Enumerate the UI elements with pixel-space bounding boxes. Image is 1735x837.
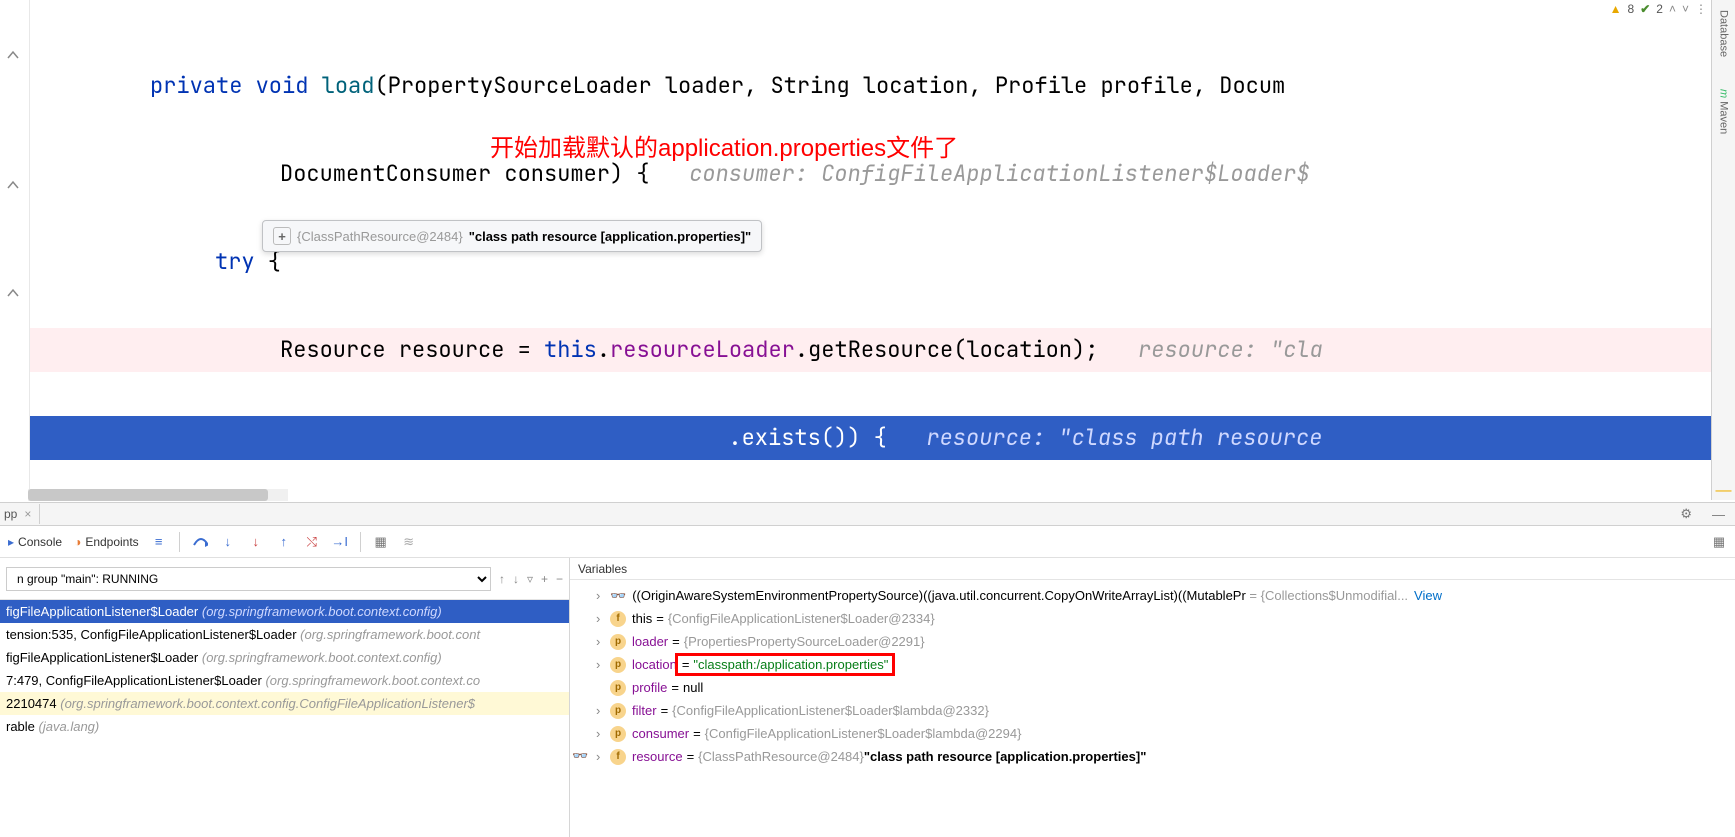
- trace-current-stream-chain-icon[interactable]: ≋: [401, 534, 417, 550]
- expand-icon[interactable]: ›: [596, 703, 610, 718]
- field-badge-icon: f: [610, 611, 626, 627]
- field-badge-icon: f: [610, 749, 626, 765]
- maven-marker: —: [1716, 482, 1732, 500]
- expand-icon[interactable]: ›: [596, 611, 610, 626]
- watch-glasses-icon[interactable]: 👓: [572, 748, 588, 764]
- warning-icon: ▲: [1610, 2, 1622, 16]
- tooltip-value: "class path resource [application.proper…: [469, 229, 752, 244]
- param-badge-icon: p: [610, 657, 626, 673]
- close-tab-icon[interactable]: ×: [24, 507, 31, 521]
- panel-hide-icon[interactable]: —: [1702, 507, 1735, 522]
- panel-settings-icon[interactable]: ⚙: [1670, 506, 1702, 522]
- watch-icon: 👓: [610, 588, 626, 604]
- inspections-menu[interactable]: ⋮: [1695, 2, 1707, 16]
- expand-icon[interactable]: ›: [596, 634, 610, 649]
- param-badge-icon: p: [610, 680, 626, 696]
- param-badge-icon: p: [610, 703, 626, 719]
- stack-frame[interactable]: tension:535, ConfigFileApplicationListen…: [0, 623, 569, 646]
- variable-row[interactable]: › p location="classpath:/application.pro…: [590, 653, 1735, 676]
- override-marker-icon[interactable]: [6, 288, 20, 298]
- watch-expression-row[interactable]: › 👓 ((OriginAwareSystemEnvironmentProper…: [590, 584, 1735, 607]
- add-frame-icon[interactable]: +: [541, 572, 548, 586]
- next-highlight[interactable]: ˅: [1682, 2, 1689, 16]
- expand-tooltip-button[interactable]: +: [273, 227, 291, 245]
- variable-row[interactable]: › p filter={ConfigFileApplicationListene…: [590, 699, 1735, 722]
- expand-icon[interactable]: ›: [596, 749, 610, 764]
- override-marker-icon[interactable]: [6, 180, 20, 190]
- thread-selector[interactable]: n group "main": RUNNING: [6, 567, 491, 591]
- stack-frame[interactable]: figFileApplicationListener$Loader (org.s…: [0, 646, 569, 669]
- filter-frames-icon[interactable]: ▿: [527, 572, 533, 586]
- warning-count: 8: [1628, 2, 1635, 16]
- expand-icon[interactable]: ›: [596, 657, 610, 672]
- expand-icon[interactable]: ›: [596, 726, 610, 741]
- param-badge-icon: p: [610, 634, 626, 650]
- user-annotation: 开始加载默认的application.properties文件了: [490, 128, 958, 163]
- editor-h-scrollbar[interactable]: [28, 489, 288, 501]
- debug-value-tooltip: + {ClassPathResource@2484} "class path r…: [262, 220, 762, 252]
- layout-settings-icon[interactable]: ▦: [1711, 534, 1727, 550]
- highlighted-value: ="classpath:/application.properties": [675, 653, 896, 676]
- stack-frame[interactable]: 2210474 (org.springframework.boot.contex…: [0, 692, 569, 715]
- expand-icon[interactable]: ›: [596, 588, 610, 603]
- evaluate-expression-icon[interactable]: ▦: [373, 534, 389, 550]
- editor-gutter[interactable]: [0, 0, 30, 500]
- variable-row[interactable]: › p loader={PropertiesPropertySourceLoad…: [590, 630, 1735, 653]
- tooltip-type: {ClassPathResource@2484}: [297, 229, 463, 244]
- variable-row[interactable]: › p profile=null: [590, 676, 1735, 699]
- drop-frame-icon[interactable]: ⤭: [304, 534, 320, 550]
- param-badge-icon: p: [610, 726, 626, 742]
- step-into-icon[interactable]: ↓: [220, 534, 236, 550]
- tool-window-maven[interactable]: m Maven: [1716, 83, 1732, 140]
- view-link[interactable]: View: [1414, 588, 1442, 603]
- prev-highlight[interactable]: ˄: [1669, 2, 1676, 16]
- check-icon: ✔: [1640, 2, 1650, 16]
- tab-endpoints[interactable]: ◑Endpoints: [74, 535, 139, 549]
- stack-frame[interactable]: rable (java.lang): [0, 715, 569, 738]
- step-out-icon[interactable]: ↑: [276, 534, 292, 550]
- override-marker-icon[interactable]: [6, 50, 20, 60]
- show-execution-point-icon[interactable]: ≡: [151, 534, 167, 550]
- tool-window-database[interactable]: Database: [1716, 4, 1732, 63]
- step-over-icon[interactable]: [192, 534, 208, 550]
- variable-row[interactable]: › f this={ConfigFileApplicationListener$…: [590, 607, 1735, 630]
- stack-frame[interactable]: figFileApplicationListener$Loader (org.s…: [0, 600, 569, 623]
- prev-frame-icon[interactable]: ↑: [499, 572, 505, 586]
- variables-panel-title: Variables: [570, 558, 1735, 580]
- remove-frame-icon[interactable]: −: [556, 572, 563, 586]
- variable-row[interactable]: › p consumer={ConfigFileApplicationListe…: [590, 722, 1735, 745]
- run-to-cursor-icon[interactable]: →I: [332, 534, 348, 550]
- stack-frame[interactable]: 7:479, ConfigFileApplicationListener$Loa…: [0, 669, 569, 692]
- variable-row[interactable]: › f resource={ClassPathResource@2484} "c…: [590, 745, 1735, 768]
- force-step-into-icon[interactable]: ↓: [248, 534, 264, 550]
- code-editor[interactable]: private void load(PropertySourceLoader l…: [30, 20, 1711, 500]
- debug-session-tab[interactable]: pp×: [0, 504, 40, 524]
- check-count: 2: [1656, 2, 1663, 16]
- next-frame-icon[interactable]: ↓: [513, 572, 519, 586]
- tab-console[interactable]: ▸Console: [8, 535, 62, 549]
